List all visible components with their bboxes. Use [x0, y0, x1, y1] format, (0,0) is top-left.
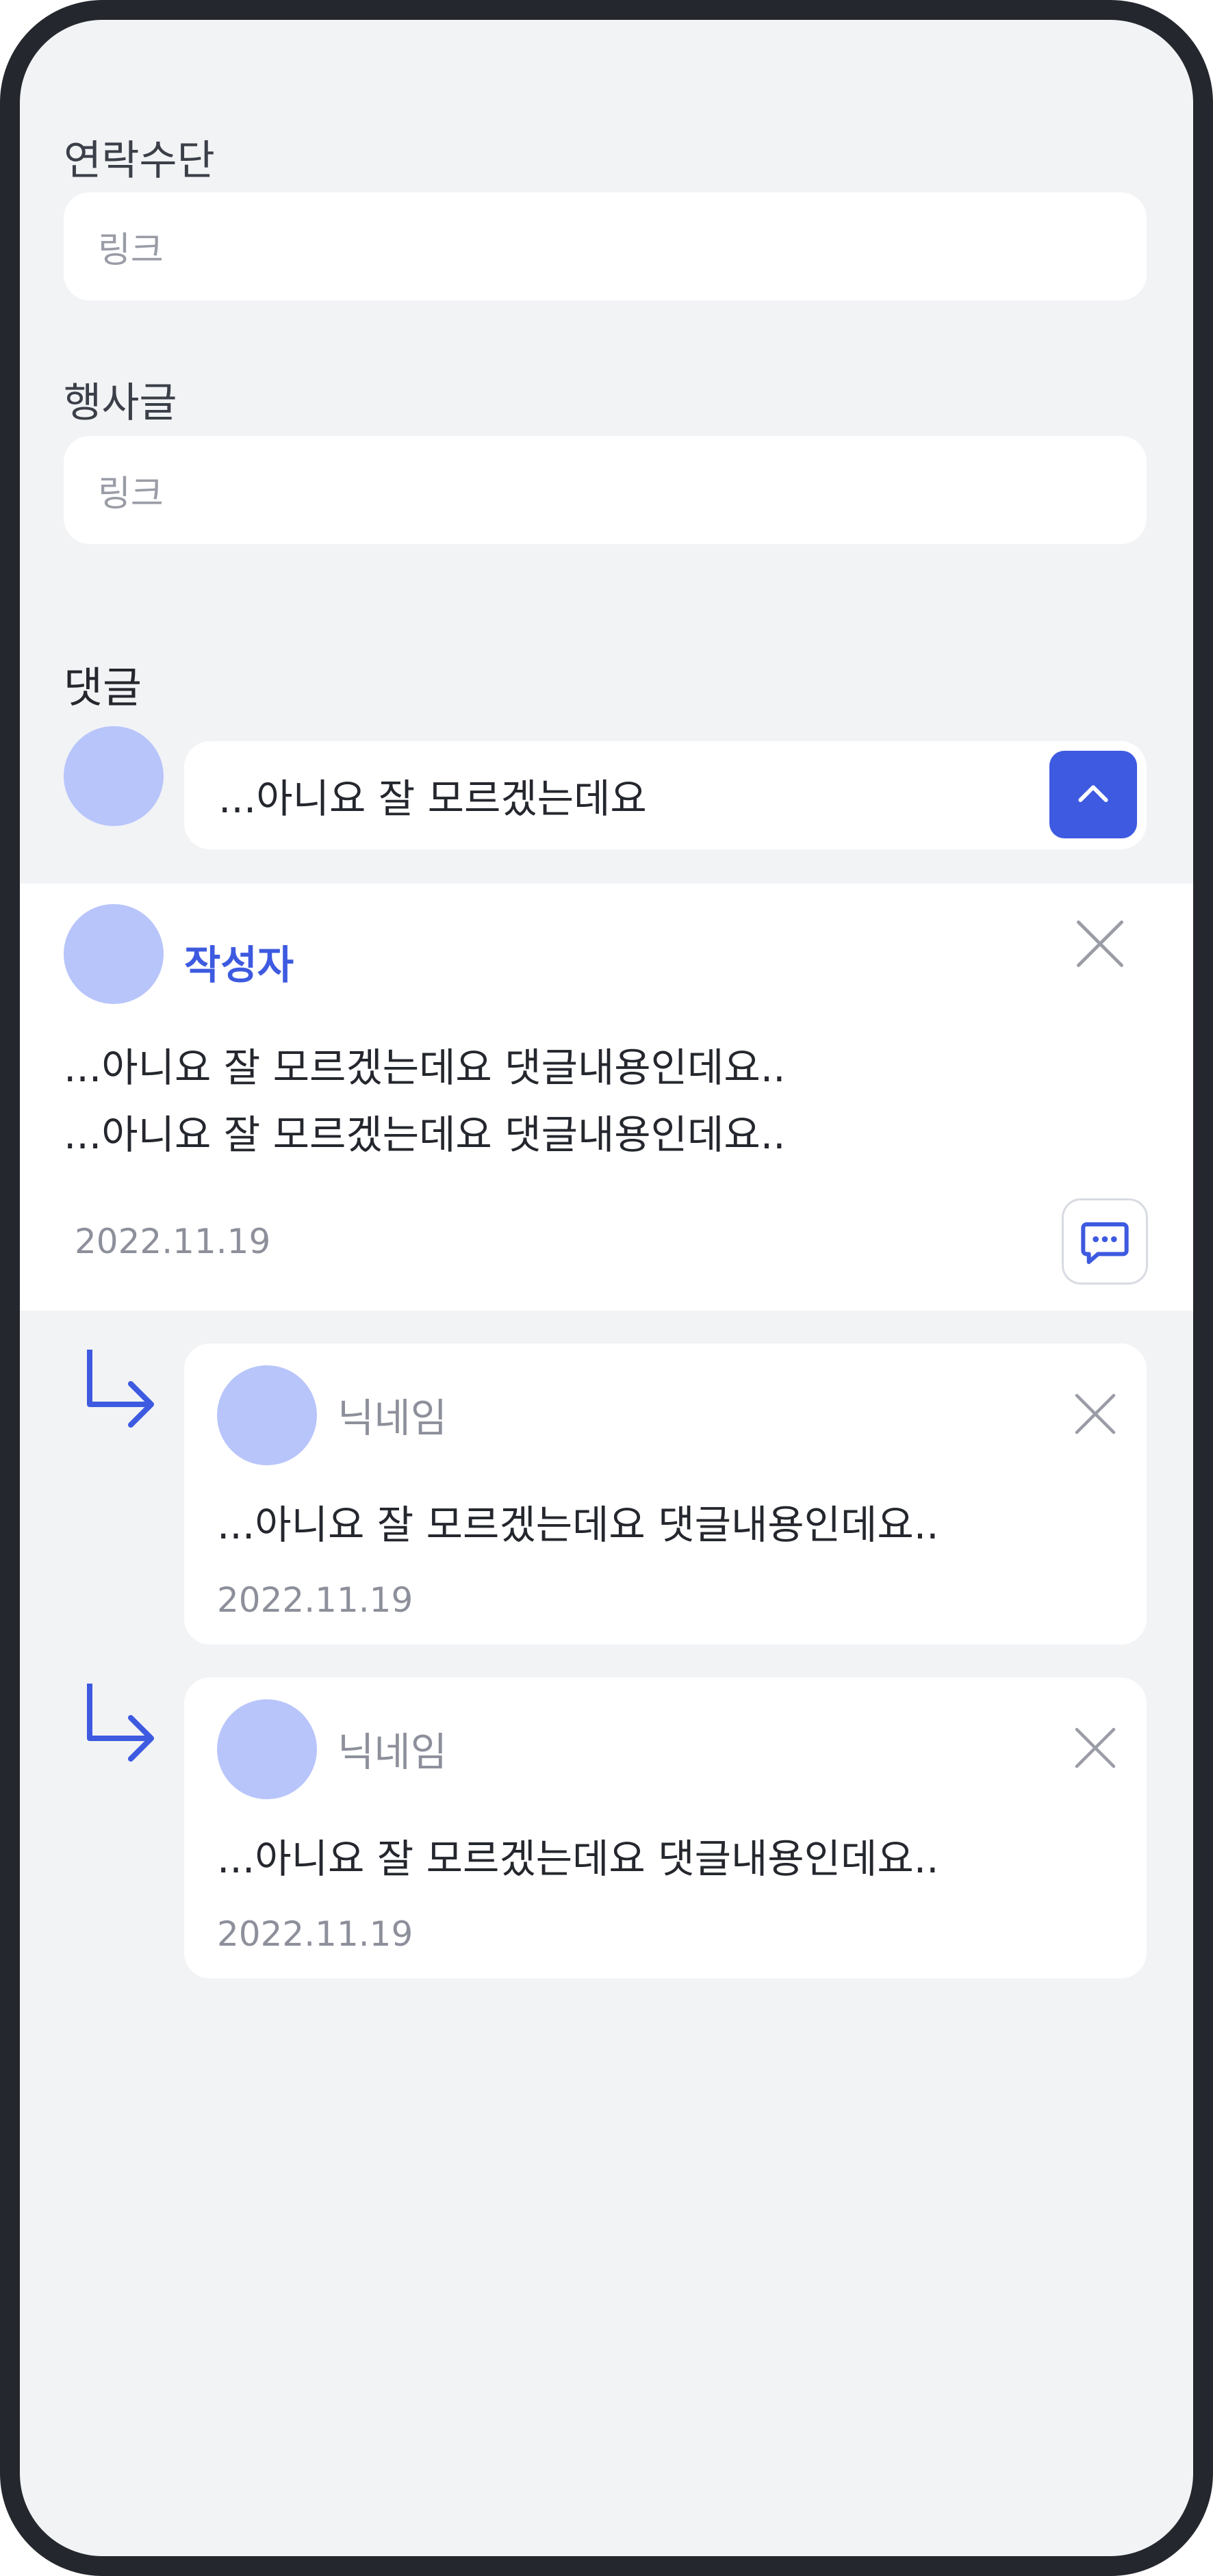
reply-avatar	[217, 1699, 317, 1799]
reply-card: 닉네임 ...아니요 잘 모르겠는데요 댓글내용인데요.. 2022.11.19	[184, 1677, 1147, 1979]
collapse-button[interactable]	[1049, 751, 1137, 838]
reply-text: ...아니요 잘 모르겠는데요 댓글내용인데요..	[217, 1502, 939, 1548]
author-name: 작성자	[184, 942, 294, 988]
close-icon	[1075, 1393, 1116, 1434]
reply-text: ...아니요 잘 모르겠는데요 댓글내용인데요..	[217, 1836, 939, 1882]
comments-title: 댓글	[64, 662, 142, 712]
reply-date: 2022.11.19	[217, 1580, 413, 1620]
reply-avatar	[217, 1365, 317, 1465]
reply-nickname: 닉네임	[337, 1395, 448, 1441]
reply-date: 2022.11.19	[217, 1914, 413, 1954]
delete-reply-button[interactable]	[1067, 1386, 1123, 1442]
contact-input[interactable]: 링크	[64, 192, 1147, 300]
comment-input[interactable]: ...아니요 잘 모르겠는데요	[184, 741, 1147, 849]
comment-input-value: ...아니요 잘 모르겠는데요	[218, 775, 647, 822]
comment-line: ...아니요 잘 모르겠는데요 댓글내용인데요..	[64, 1044, 786, 1091]
event-post-label: 행사글	[64, 379, 177, 427]
comment-date: 2022.11.19	[75, 1222, 271, 1261]
comment-body: ...아니요 잘 모르겠는데요 댓글내용인데요.. ...아니요 잘 모르겠는데…	[64, 1034, 786, 1168]
contact-input-placeholder: 링크	[98, 229, 164, 271]
chat-bubble-icon	[1081, 1222, 1129, 1264]
avatar	[64, 726, 164, 826]
screen: 연락수단 링크 행사글 링크 댓글 ...아니요 잘 모르겠는데요 작성자 ..…	[20, 20, 1193, 2556]
close-icon	[1077, 920, 1123, 967]
reply-button[interactable]	[1062, 1198, 1148, 1285]
chevron-up-icon	[1078, 785, 1108, 802]
delete-reply-button[interactable]	[1067, 1720, 1123, 1776]
author-avatar	[64, 904, 164, 1004]
delete-comment-button[interactable]	[1067, 911, 1133, 977]
reply-card: 닉네임 ...아니요 잘 모르겠는데요 댓글내용인데요.. 2022.11.19	[184, 1343, 1147, 1645]
comment-line: ...아니요 잘 모르겠는데요 댓글내용인데요..	[64, 1111, 786, 1158]
reply-arrow-icon	[87, 1684, 154, 1762]
reply-nickname: 닉네임	[337, 1729, 448, 1775]
event-post-input-placeholder: 링크	[98, 473, 164, 515]
main-comment: 작성자 ...아니요 잘 모르겠는데요 댓글내용인데요.. ...아니요 잘 모…	[20, 884, 1193, 1311]
event-post-input[interactable]: 링크	[64, 436, 1147, 544]
close-icon	[1075, 1727, 1116, 1768]
contact-label: 연락수단	[64, 137, 215, 185]
device-frame: 연락수단 링크 행사글 링크 댓글 ...아니요 잘 모르겠는데요 작성자 ..…	[0, 0, 1213, 2576]
reply-arrow-icon	[87, 1350, 154, 1428]
